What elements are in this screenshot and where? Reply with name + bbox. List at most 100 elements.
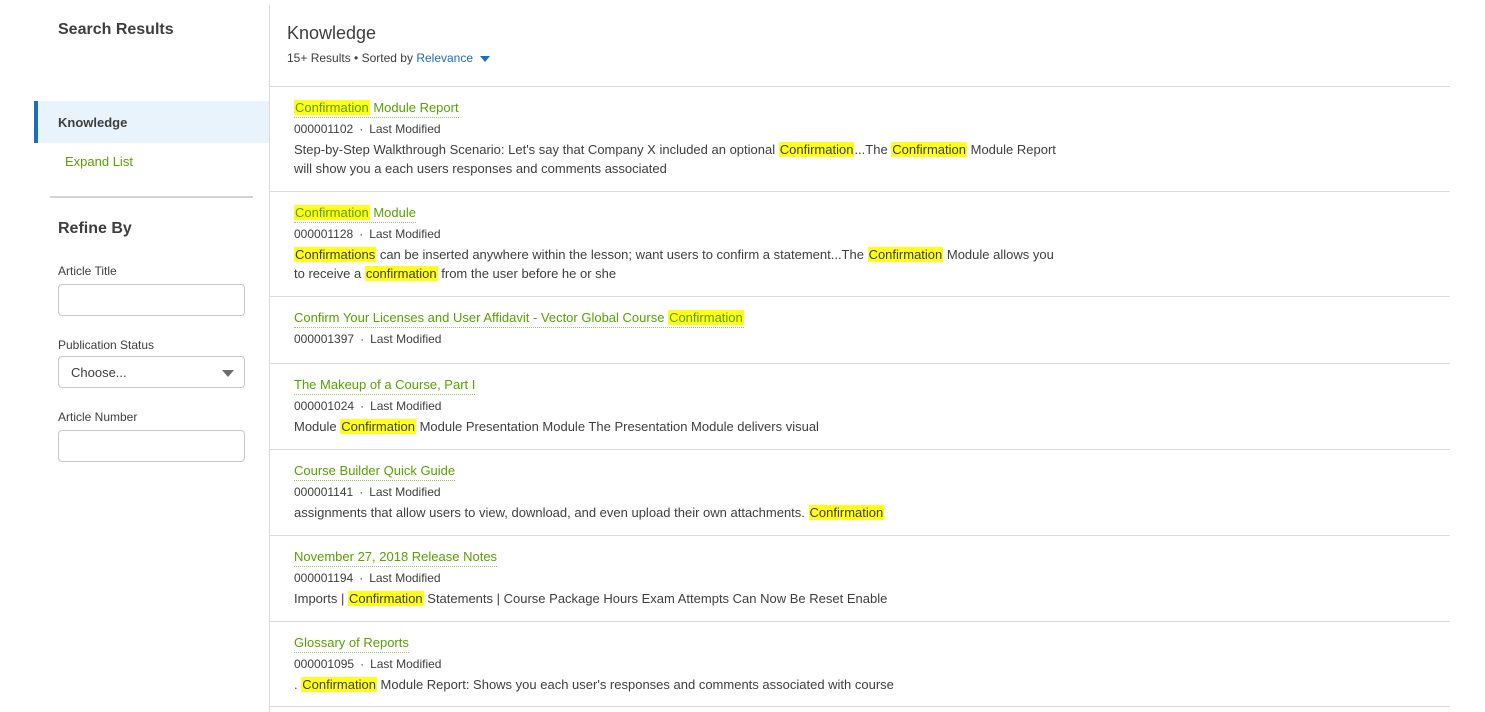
- article-number: 000001141: [294, 485, 354, 499]
- search-result: Confirmation Module 000001128 · Last Modifi…: [270, 191, 1450, 296]
- result-title-text: The Makeup of a Course, Part I: [294, 377, 476, 392]
- highlighted-term: Confirmation: [340, 419, 416, 434]
- publication-status-value: Choose...: [71, 365, 127, 380]
- result-snippet: . Confirmation Module Report: Shows you …: [294, 675, 1064, 694]
- sort-value: Relevance: [416, 51, 474, 65]
- last-modified-label: Last Modified: [369, 485, 441, 499]
- result-snippet: Step-by-Step Walkthrough Scenario: Let's…: [294, 140, 1064, 178]
- snippet-text: Step-by-Step Walkthrough Scenario: Let's…: [294, 142, 779, 157]
- result-title-link[interactable]: November 27, 2018 Release Notes: [294, 548, 498, 567]
- highlighted-term: confirmation: [364, 266, 438, 281]
- last-modified-label: Last Modified: [369, 227, 441, 241]
- result-meta: 000001095 · Last Modified: [294, 656, 1450, 672]
- search-result: Course Builder Quick Guide 000001141 · Last…: [270, 449, 1450, 535]
- result-snippet: Confirmations can be inserted anywhere w…: [294, 245, 1064, 283]
- highlighted-term: Confirmations: [294, 247, 377, 262]
- article-number: 000001194: [294, 571, 354, 585]
- article-number: 000001095: [294, 657, 355, 671]
- caret-down-icon: [222, 370, 234, 377]
- snippet-text: from the user before he or she: [437, 266, 617, 281]
- publication-status-select[interactable]: Choose...: [58, 356, 245, 388]
- result-title-link[interactable]: Course Builder Quick Guide: [294, 462, 456, 481]
- results-list: Confirmation Module Report 000001102 · Last…: [270, 86, 1450, 707]
- result-snippet: Imports | Confirmation Statements | Cour…: [294, 589, 1064, 608]
- sort-dropdown[interactable]: Relevance: [416, 51, 491, 65]
- meta-separator: ·: [360, 399, 365, 413]
- snippet-text: Imports |: [294, 591, 348, 606]
- highlighted-term: Confirmation: [891, 142, 967, 157]
- result-meta: 000001128 · Last Modified: [294, 226, 1450, 242]
- meta-separator: ·: [359, 227, 364, 241]
- highlighted-term: Confirmation: [668, 310, 744, 325]
- highlighted-term: Confirmation: [347, 591, 424, 606]
- result-title-text: November 27, 2018 Release Notes: [294, 549, 498, 564]
- last-modified-label: Last Modified: [369, 122, 441, 136]
- article-title-label: Article Title: [58, 264, 117, 278]
- result-title-text: Module Report: [369, 100, 459, 115]
- highlighted-term: Confirmation: [294, 100, 370, 115]
- meta-separator: ·: [359, 122, 364, 136]
- result-title-text: Course Builder Quick Guide: [294, 463, 456, 478]
- refine-by-heading: Refine By: [58, 220, 132, 237]
- result-snippet: Module Confirmation Module Presentation …: [294, 417, 1064, 436]
- search-result: Glossary of Reports 000001095 · Last Modifi…: [270, 621, 1450, 707]
- search-result: November 27, 2018 Release Notes 000001194…: [270, 535, 1450, 621]
- results-summary: 15+ Results • Sorted by Relevance: [287, 51, 491, 65]
- result-meta: 000001141 · Last Modified: [294, 484, 1450, 500]
- meta-separator: ·: [359, 485, 364, 499]
- snippet-text: ...The: [854, 142, 892, 157]
- caret-down-icon: [480, 55, 491, 62]
- meta-separator: ·: [360, 657, 365, 671]
- sidebar-divider: [50, 196, 253, 198]
- sidebar-item-label: Knowledge: [58, 115, 128, 130]
- article-number-label: Article Number: [58, 410, 138, 424]
- result-meta: 000001194 · Last Modified: [294, 570, 1450, 586]
- result-title-text: Glossary of Reports: [294, 635, 409, 650]
- sidebar: Search Results Knowledge Expand List Ref…: [0, 0, 270, 712]
- last-modified-label: Last Modified: [370, 657, 442, 671]
- snippet-text: Module Presentation Module The Presentat…: [415, 419, 819, 434]
- highlighted-term: Confirmation: [301, 677, 377, 692]
- snippet-text: Statements | Course Package Hours Exam A…: [423, 591, 888, 606]
- expand-list-link[interactable]: Expand List: [65, 154, 133, 169]
- result-title-link[interactable]: Confirmation Module: [294, 204, 416, 223]
- meta-separator: ·: [360, 332, 365, 346]
- snippet-text: Module Report: Shows you each user's res…: [376, 677, 894, 692]
- article-number-input[interactable]: [58, 430, 245, 462]
- article-number: 000001102: [294, 122, 354, 136]
- last-modified-label: Last Modified: [370, 332, 442, 346]
- article-number: 000001397: [294, 332, 355, 346]
- search-result: The Makeup of a Course, Part I 000001024 ·…: [270, 363, 1450, 449]
- summary-separator: •: [354, 51, 359, 65]
- search-result: Confirm Your Licenses and User Affidavit…: [270, 296, 1450, 363]
- article-number: 000001128: [294, 227, 354, 241]
- result-meta: 000001102 · Last Modified: [294, 121, 1450, 137]
- highlighted-term: Confirmation: [808, 505, 885, 520]
- snippet-text: can be inserted anywhere within the less…: [376, 247, 868, 262]
- sorted-by-label: Sorted by: [361, 51, 413, 65]
- publication-status-label: Publication Status: [58, 338, 155, 352]
- result-title-link[interactable]: Confirmation Module Report: [294, 99, 459, 118]
- search-result: Confirmation Module Report 000001102 · Last…: [270, 86, 1450, 191]
- result-meta: 000001397 · Last Modified: [294, 331, 1450, 347]
- highlighted-term: Confirmation: [294, 205, 370, 220]
- article-number: 000001024: [294, 399, 355, 413]
- sidebar-title: Search Results: [58, 21, 174, 38]
- result-title-text: Confirm Your Licenses and User Affidavit…: [294, 310, 669, 325]
- result-title-text: Module: [369, 205, 416, 220]
- last-modified-label: Last Modified: [370, 399, 442, 413]
- snippet-text: Module: [294, 419, 341, 434]
- highlighted-term: Confirmation: [867, 247, 944, 262]
- result-title-link[interactable]: Glossary of Reports: [294, 634, 409, 653]
- meta-separator: ·: [359, 571, 364, 585]
- result-snippet: assignments that allow users to view, do…: [294, 503, 1064, 522]
- sidebar-item-knowledge[interactable]: Knowledge: [34, 101, 269, 143]
- result-title-link[interactable]: The Makeup of a Course, Part I: [294, 376, 476, 395]
- result-count: 15+ Results: [287, 51, 351, 65]
- result-meta: 000001024 · Last Modified: [294, 398, 1450, 414]
- last-modified-label: Last Modified: [369, 571, 441, 585]
- result-title-link[interactable]: Confirm Your Licenses and User Affidavit…: [294, 309, 744, 328]
- snippet-text: assignments that allow users to view, do…: [294, 505, 809, 520]
- article-title-input[interactable]: [58, 284, 245, 316]
- highlighted-term: Confirmation: [778, 142, 855, 157]
